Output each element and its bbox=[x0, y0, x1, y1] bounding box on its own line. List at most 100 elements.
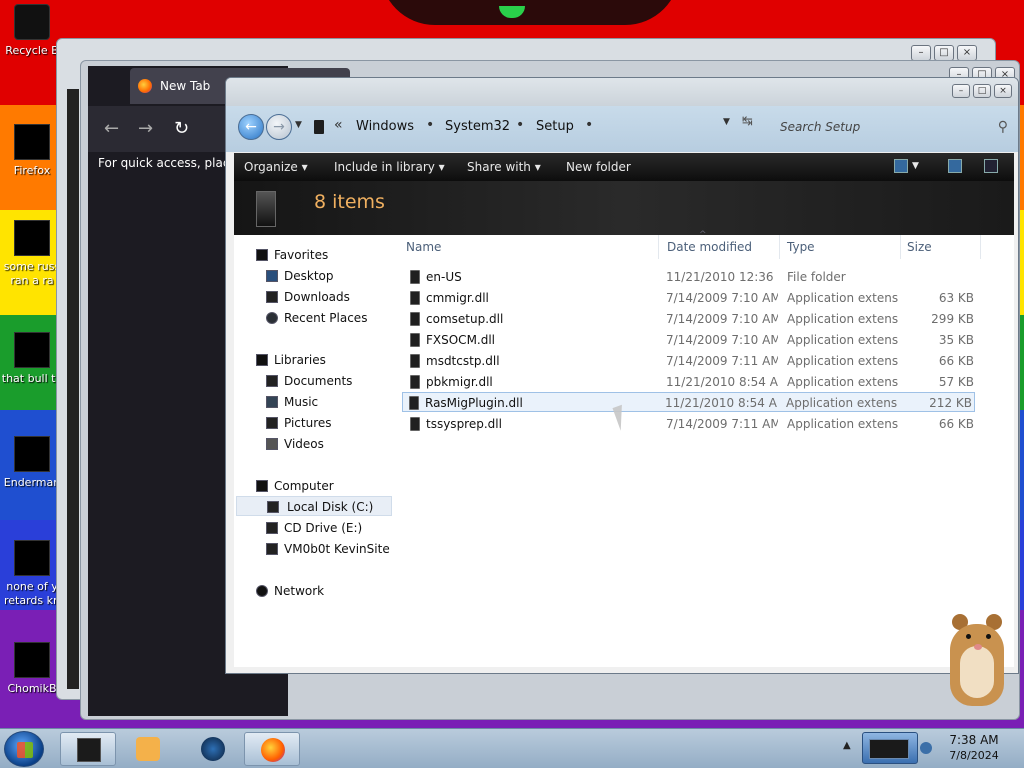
new-folder-button[interactable]: New folder bbox=[566, 160, 631, 174]
downloads-icon bbox=[266, 291, 278, 303]
search-input[interactable]: Search Setup ⚲ bbox=[776, 114, 1014, 140]
file-row-cmmigr[interactable]: cmmigr.dll 7/14/2009 7:10 AM Application… bbox=[404, 288, 976, 308]
preview-pane-icon[interactable] bbox=[948, 159, 962, 173]
nav-desktop[interactable]: Desktop bbox=[234, 266, 400, 286]
change-view-icon[interactable] bbox=[894, 159, 908, 173]
hard-disk-icon bbox=[267, 501, 279, 513]
file-row-comsetup[interactable]: comsetup.dll 7/14/2009 7:10 AM Applicati… bbox=[404, 309, 976, 329]
desktop-icon-video-1[interactable]: some russ ran a ra bbox=[0, 220, 64, 288]
column-header-type[interactable]: Type bbox=[787, 240, 815, 254]
column-divider[interactable] bbox=[658, 235, 659, 259]
taskbar-app-firefox[interactable] bbox=[244, 732, 300, 766]
maximize-icon[interactable]: □ bbox=[973, 84, 991, 98]
desktop-icon-file-2[interactable]: that bull te bbox=[0, 332, 64, 386]
minimize-icon[interactable]: – bbox=[952, 84, 970, 98]
tray-app-icon bbox=[869, 739, 909, 759]
file-name: comsetup.dll bbox=[426, 312, 504, 326]
maximize-icon[interactable]: □ bbox=[934, 45, 954, 61]
file-row-rasmigplugin[interactable]: RasMigPlugin.dll 11/21/2010 8:54 AM Appl… bbox=[402, 392, 975, 412]
search-icon[interactable]: ⚲ bbox=[998, 114, 1008, 140]
help-icon[interactable] bbox=[984, 159, 998, 173]
nav-downloads[interactable]: Downloads bbox=[234, 287, 400, 307]
nav-documents[interactable]: Documents bbox=[234, 371, 400, 391]
desktop-icon-label: none of y bbox=[6, 580, 58, 593]
close-icon[interactable]: × bbox=[994, 84, 1012, 98]
breadcrumb-system32[interactable]: System32 bbox=[445, 119, 510, 134]
share-with-label: Share with bbox=[467, 160, 531, 174]
breadcrumb-separator-icon[interactable]: • bbox=[585, 117, 593, 133]
hamster-sticker bbox=[944, 604, 1008, 706]
file-size: 66 KB bbox=[938, 417, 974, 431]
nav-network-share[interactable]: VM0b0t KevinSite bbox=[234, 539, 400, 559]
breadcrumb-setup[interactable]: Setup bbox=[536, 119, 574, 134]
column-divider[interactable] bbox=[980, 235, 981, 259]
nav-local-disk[interactable]: Local Disk (C:) bbox=[236, 496, 392, 516]
column-divider[interactable] bbox=[779, 235, 780, 259]
tray-app-thumbnail[interactable] bbox=[862, 732, 918, 764]
nav-pictures[interactable]: Pictures bbox=[234, 413, 400, 433]
breadcrumb-windows[interactable]: Windows bbox=[356, 119, 414, 134]
file-icon bbox=[14, 642, 50, 678]
explorer-window[interactable]: – □ × ← → ▼ « Windows • System32 • Setup… bbox=[225, 77, 1019, 674]
nav-recent-places[interactable]: Recent Places bbox=[234, 308, 400, 328]
taskbar-app-explorer[interactable] bbox=[60, 732, 116, 766]
column-header-date-modified[interactable]: Date modified bbox=[667, 240, 752, 254]
chevron-left-icon[interactable]: « bbox=[334, 117, 343, 133]
desktop-icon-file-3[interactable]: none of y retards kn bbox=[0, 540, 64, 608]
file-date: 7/14/2009 7:11 AM bbox=[666, 417, 778, 431]
file-row-pbkmigr[interactable]: pbkmigr.dll 11/21/2010 8:54 AM Applicati… bbox=[404, 372, 976, 392]
file-row-msdtcstp[interactable]: msdtcstp.dll 7/14/2009 7:11 AM Applicati… bbox=[404, 351, 976, 371]
file-row-fxsocm[interactable]: FXSOCM.dll 7/14/2009 7:10 AM Application… bbox=[404, 330, 976, 350]
taskbar-app-browser[interactable] bbox=[185, 732, 241, 766]
organize-button[interactable]: Organize ▾ bbox=[244, 160, 308, 174]
nav-label: Libraries bbox=[274, 353, 326, 367]
recent-pages-dropdown-icon[interactable]: ▼ bbox=[295, 120, 302, 130]
file-name: pbkmigr.dll bbox=[426, 375, 493, 389]
minimize-icon[interactable]: – bbox=[911, 45, 931, 61]
refresh-icon[interactable]: ↹ bbox=[742, 114, 753, 129]
file-type: File folder bbox=[787, 270, 846, 284]
desktop-icon-recycle-bin[interactable]: Recycle B bbox=[0, 4, 64, 58]
nav-libraries[interactable]: Libraries bbox=[234, 350, 400, 370]
nav-cd-drive[interactable]: CD Drive (E:) bbox=[234, 518, 400, 538]
nav-network[interactable]: Network bbox=[234, 581, 400, 601]
nav-videos[interactable]: Videos bbox=[234, 434, 400, 454]
nav-label: Documents bbox=[284, 374, 353, 388]
clock[interactable]: 7:38 AM 7/8/2024 bbox=[938, 732, 1010, 764]
breadcrumb-separator-icon[interactable]: • bbox=[426, 117, 434, 133]
forward-arrow-icon[interactable]: → bbox=[138, 120, 153, 138]
column-divider[interactable] bbox=[900, 235, 901, 259]
command-bar: Organize ▾ Include in library ▾ Share wi… bbox=[234, 153, 1014, 181]
nav-label: CD Drive (E:) bbox=[284, 521, 363, 535]
file-type: Application extens... bbox=[787, 312, 899, 326]
desktop-icon-enderman[interactable]: Enderman bbox=[0, 436, 64, 490]
nav-computer[interactable]: Computer bbox=[234, 476, 400, 496]
column-header-size[interactable]: Size bbox=[907, 240, 932, 254]
network-tray-icon[interactable] bbox=[920, 742, 932, 754]
windows-start-icon[interactable] bbox=[4, 731, 44, 767]
include-in-library-button[interactable]: Include in library ▾ bbox=[334, 160, 445, 174]
back-button[interactable]: ← bbox=[238, 114, 264, 140]
column-header-name[interactable]: Name bbox=[406, 240, 441, 254]
file-row-en-us[interactable]: en-US 11/21/2010 12:36 ... File folder bbox=[404, 267, 976, 287]
desktop-icon-firefox[interactable]: Firefox bbox=[0, 124, 64, 178]
file-size: 35 KB bbox=[938, 333, 974, 347]
file-type: Application extens... bbox=[786, 396, 898, 410]
file-row-tssysprep[interactable]: tssysprep.dll 7/14/2009 7:11 AM Applicat… bbox=[404, 414, 976, 434]
close-icon[interactable]: × bbox=[957, 45, 977, 61]
breadcrumb-separator-icon[interactable]: • bbox=[516, 117, 524, 133]
explorer-titlebar[interactable]: – □ × bbox=[226, 78, 1018, 106]
nav-music[interactable]: Music bbox=[234, 392, 400, 412]
show-hidden-icons-icon[interactable]: ▲ bbox=[843, 740, 851, 751]
address-bar[interactable]: « Windows • System32 • Setup • bbox=[308, 114, 748, 140]
file-type: Application extens... bbox=[787, 375, 899, 389]
view-dropdown-icon[interactable]: ▼ bbox=[912, 161, 919, 171]
nav-favorites[interactable]: Favorites bbox=[234, 245, 400, 265]
reload-icon[interactable]: ↻ bbox=[174, 120, 189, 138]
address-dropdown-icon[interactable]: ▼ bbox=[723, 117, 730, 127]
back-arrow-icon[interactable]: ← bbox=[104, 120, 119, 138]
forward-button[interactable]: → bbox=[266, 114, 292, 140]
taskbar-app-media[interactable] bbox=[120, 732, 176, 766]
desktop-icon-chomik[interactable]: ChomikB bbox=[0, 642, 64, 696]
share-with-button[interactable]: Share with ▾ bbox=[467, 160, 541, 174]
